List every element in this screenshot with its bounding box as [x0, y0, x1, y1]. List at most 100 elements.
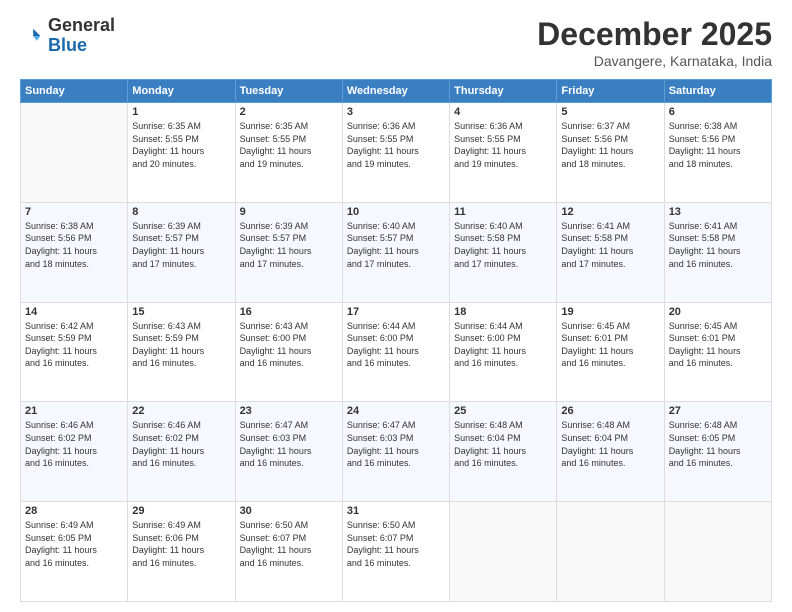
calendar-cell: 20 Sunrise: 6:45 AMSunset: 6:01 PMDayligh… [664, 302, 771, 402]
calendar-cell [21, 103, 128, 203]
cell-content: Sunrise: 6:50 AMSunset: 6:07 PMDaylight:… [347, 519, 445, 569]
cell-content: Sunrise: 6:39 AMSunset: 5:57 PMDaylight:… [132, 220, 230, 270]
calendar-cell: 6 Sunrise: 6:38 AMSunset: 5:56 PMDaylight… [664, 103, 771, 203]
calendar-cell: 26 Sunrise: 6:48 AMSunset: 6:04 PMDayligh… [557, 402, 664, 502]
title-block: December 2025 Davangere, Karnataka, Indi… [537, 16, 772, 69]
calendar-header-saturday: Saturday [664, 80, 771, 103]
calendar-week-5: 28 Sunrise: 6:49 AMSunset: 6:05 PMDayligh… [21, 502, 772, 602]
month-title: December 2025 [537, 16, 772, 53]
calendar-cell: 13 Sunrise: 6:41 AMSunset: 5:58 PMDayligh… [664, 202, 771, 302]
day-number: 13 [669, 206, 767, 218]
header: General Blue December 2025 Davangere, Ka… [20, 16, 772, 69]
cell-content: Sunrise: 6:43 AMSunset: 5:59 PMDaylight:… [132, 320, 230, 370]
calendar-table: SundayMondayTuesdayWednesdayThursdayFrid… [20, 79, 772, 602]
cell-content: Sunrise: 6:44 AMSunset: 6:00 PMDaylight:… [347, 320, 445, 370]
day-number: 2 [240, 106, 338, 118]
day-number: 30 [240, 505, 338, 517]
cell-content: Sunrise: 6:41 AMSunset: 5:58 PMDaylight:… [669, 220, 767, 270]
calendar-header-friday: Friday [557, 80, 664, 103]
cell-content: Sunrise: 6:47 AMSunset: 6:03 PMDaylight:… [347, 419, 445, 469]
cell-content: Sunrise: 6:36 AMSunset: 5:55 PMDaylight:… [347, 120, 445, 170]
day-number: 24 [347, 405, 445, 417]
calendar-header-tuesday: Tuesday [235, 80, 342, 103]
calendar-header-monday: Monday [128, 80, 235, 103]
cell-content: Sunrise: 6:44 AMSunset: 6:00 PMDaylight:… [454, 320, 552, 370]
calendar-cell [664, 502, 771, 602]
day-number: 29 [132, 505, 230, 517]
cell-content: Sunrise: 6:40 AMSunset: 5:58 PMDaylight:… [454, 220, 552, 270]
day-number: 5 [561, 106, 659, 118]
calendar-week-2: 7 Sunrise: 6:38 AMSunset: 5:56 PMDaylight… [21, 202, 772, 302]
calendar-cell: 2Sunrise: 6:35 AMSunset: 5:55 PMDaylight… [235, 103, 342, 203]
cell-content: Sunrise: 6:45 AMSunset: 6:01 PMDaylight:… [561, 320, 659, 370]
day-number: 25 [454, 405, 552, 417]
calendar-cell: 5Sunrise: 6:37 AMSunset: 5:56 PMDaylight… [557, 103, 664, 203]
day-number: 14 [25, 306, 123, 318]
calendar-cell: 16 Sunrise: 6:43 AMSunset: 6:00 PMDayligh… [235, 302, 342, 402]
day-number: 28 [25, 505, 123, 517]
calendar-cell: 12 Sunrise: 6:41 AMSunset: 5:58 PMDayligh… [557, 202, 664, 302]
cell-content: Sunrise: 6:46 AMSunset: 6:02 PMDaylight:… [132, 419, 230, 469]
cell-content: Sunrise: 6:46 AMSunset: 6:02 PMDaylight:… [25, 419, 123, 469]
day-number: 12 [561, 206, 659, 218]
day-number: 8 [132, 206, 230, 218]
day-number: 3 [347, 106, 445, 118]
logo-general-text: General [48, 16, 115, 36]
calendar-cell: 19Sunrise: 6:45 AMSunset: 6:01 PMDayligh… [557, 302, 664, 402]
cell-content: Sunrise: 6:38 AMSunset: 5:56 PMDaylight:… [669, 120, 767, 170]
day-number: 16 [240, 306, 338, 318]
day-number: 7 [25, 206, 123, 218]
cell-content: Sunrise: 6:48 AMSunset: 6:04 PMDaylight:… [561, 419, 659, 469]
day-number: 1 [132, 106, 230, 118]
cell-content: Sunrise: 6:49 AMSunset: 6:05 PMDaylight:… [25, 519, 123, 569]
calendar-header-wednesday: Wednesday [342, 80, 449, 103]
calendar-header-sunday: Sunday [21, 80, 128, 103]
calendar-header-thursday: Thursday [450, 80, 557, 103]
day-number: 6 [669, 106, 767, 118]
day-number: 20 [669, 306, 767, 318]
calendar-cell: 17 Sunrise: 6:44 AMSunset: 6:00 PMDayligh… [342, 302, 449, 402]
calendar-cell: 9Sunrise: 6:39 AMSunset: 5:57 PMDaylight… [235, 202, 342, 302]
calendar-week-3: 14 Sunrise: 6:42 AMSunset: 5:59 PMDayligh… [21, 302, 772, 402]
logo: General Blue [20, 16, 115, 56]
calendar-cell: 14 Sunrise: 6:42 AMSunset: 5:59 PMDayligh… [21, 302, 128, 402]
cell-content: Sunrise: 6:36 AMSunset: 5:55 PMDaylight:… [454, 120, 552, 170]
day-number: 21 [25, 405, 123, 417]
calendar-cell: 29 Sunrise: 6:49 AMSunset: 6:06 PMDayligh… [128, 502, 235, 602]
calendar-week-4: 21 Sunrise: 6:46 AMSunset: 6:02 PMDayligh… [21, 402, 772, 502]
calendar-header-row: SundayMondayTuesdayWednesdayThursdayFrid… [21, 80, 772, 103]
cell-content: Sunrise: 6:50 AMSunset: 6:07 PMDaylight:… [240, 519, 338, 569]
day-number: 18 [454, 306, 552, 318]
calendar-cell: 4Sunrise: 6:36 AMSunset: 5:55 PMDaylight… [450, 103, 557, 203]
cell-content: Sunrise: 6:45 AMSunset: 6:01 PMDaylight:… [669, 320, 767, 370]
logo-icon [20, 24, 44, 48]
cell-content: Sunrise: 6:35 AMSunset: 5:55 PMDaylight:… [132, 120, 230, 170]
calendar-cell: 27 Sunrise: 6:48 AMSunset: 6:05 PMDayligh… [664, 402, 771, 502]
calendar-cell: 7 Sunrise: 6:38 AMSunset: 5:56 PMDaylight… [21, 202, 128, 302]
calendar-cell: 23 Sunrise: 6:47 AMSunset: 6:03 PMDayligh… [235, 402, 342, 502]
calendar-cell: 10Sunrise: 6:40 AMSunset: 5:57 PMDayligh… [342, 202, 449, 302]
cell-content: Sunrise: 6:43 AMSunset: 6:00 PMDaylight:… [240, 320, 338, 370]
page: General Blue December 2025 Davangere, Ka… [0, 0, 792, 612]
cell-content: Sunrise: 6:49 AMSunset: 6:06 PMDaylight:… [132, 519, 230, 569]
calendar-cell: 21 Sunrise: 6:46 AMSunset: 6:02 PMDayligh… [21, 402, 128, 502]
day-number: 17 [347, 306, 445, 318]
day-number: 22 [132, 405, 230, 417]
cell-content: Sunrise: 6:47 AMSunset: 6:03 PMDaylight:… [240, 419, 338, 469]
cell-content: Sunrise: 6:48 AMSunset: 6:05 PMDaylight:… [669, 419, 767, 469]
day-number: 9 [240, 206, 338, 218]
day-number: 27 [669, 405, 767, 417]
calendar-cell: 11Sunrise: 6:40 AMSunset: 5:58 PMDayligh… [450, 202, 557, 302]
calendar-cell: 15Sunrise: 6:43 AMSunset: 5:59 PMDayligh… [128, 302, 235, 402]
cell-content: Sunrise: 6:38 AMSunset: 5:56 PMDaylight:… [25, 220, 123, 270]
calendar-cell: 3 Sunrise: 6:36 AMSunset: 5:55 PMDaylight… [342, 103, 449, 203]
calendar-cell: 8 Sunrise: 6:39 AMSunset: 5:57 PMDaylight… [128, 202, 235, 302]
day-number: 23 [240, 405, 338, 417]
cell-content: Sunrise: 6:41 AMSunset: 5:58 PMDaylight:… [561, 220, 659, 270]
calendar-week-1: 1 Sunrise: 6:35 AMSunset: 5:55 PMDaylight… [21, 103, 772, 203]
cell-content: Sunrise: 6:40 AMSunset: 5:57 PMDaylight:… [347, 220, 445, 270]
location: Davangere, Karnataka, India [537, 53, 772, 69]
logo-blue-text: Blue [48, 36, 115, 56]
day-number: 26 [561, 405, 659, 417]
cell-content: Sunrise: 6:42 AMSunset: 5:59 PMDaylight:… [25, 320, 123, 370]
